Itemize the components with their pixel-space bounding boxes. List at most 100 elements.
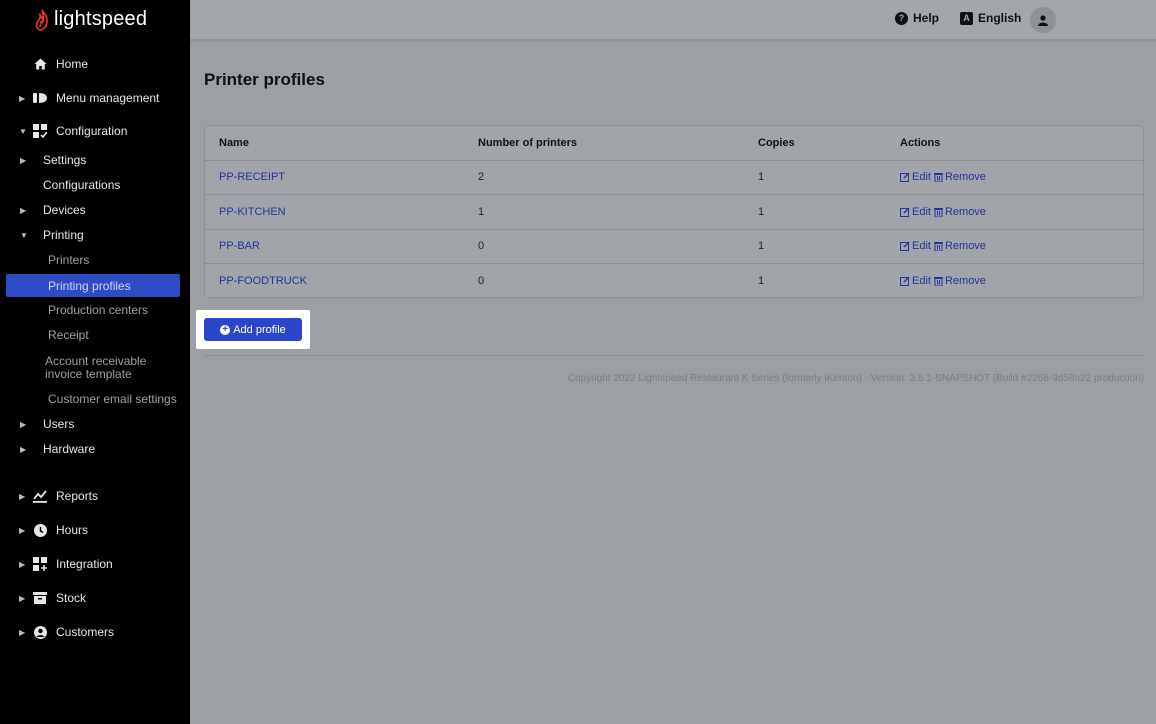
copies-count: 1 [758,195,764,229]
sidebar-item-label: Printing [43,228,84,242]
edit-button[interactable]: Edit [900,171,931,183]
sidebar-item-label: Stock [56,591,86,605]
sidebar-item-printing-profiles[interactable]: Printing profiles [6,274,180,297]
row-actions: Edit Remove [900,229,986,263]
configuration-icon [33,124,47,138]
caret-right-icon: ▶ [20,206,26,215]
caret-right-icon: ▶ [19,594,25,603]
sidebar-item-label: Account receivable invoice template [45,355,150,381]
edit-icon [900,172,910,182]
help-link[interactable]: ? Help [895,11,939,25]
sidebar-item-label: Printing profiles [48,279,131,293]
caret-right-icon: ▶ [20,445,26,454]
flame-icon [34,9,50,31]
language-icon: A [960,12,973,25]
row-actions: Edit Remove [900,160,986,194]
caret-right-icon: ▶ [20,156,26,165]
caret-down-icon: ▼ [20,231,28,240]
reports-icon [33,489,47,503]
printer-profiles-table: Name Number of printers Copies Actions P… [204,125,1144,298]
edit-icon [900,207,910,217]
sidebar-item-reports[interactable]: ▶ Reports [0,483,190,509]
sidebar-item-production-centers[interactable]: Production centers [0,299,190,321]
sidebar-item-configuration[interactable]: ▼ Configuration [0,118,190,144]
remove-label: Remove [945,171,986,183]
sidebar-item-stock[interactable]: ▶ Stock [0,585,190,611]
brand-logo[interactable]: lightspeed [34,8,147,31]
user-avatar[interactable] [1030,7,1056,33]
sidebar-item-devices[interactable]: ▶ Devices [0,199,190,221]
copies-count: 1 [758,264,764,298]
row-actions: Edit Remove [900,264,986,298]
edit-label: Edit [912,240,931,252]
sidebar-item-account-receivable-invoice-template[interactable]: Account receivable invoice template [0,353,150,383]
sidebar-item-receipt[interactable]: Receipt [0,324,190,346]
sidebar-item-printers[interactable]: Printers [0,249,190,271]
table-row: PP-FOODTRUCK 0 1 Edit Remove [205,264,1143,299]
sidebar-item-label: Receipt [48,328,89,342]
sidebar-item-integration[interactable]: ▶ Integration [0,551,190,577]
profile-name-link[interactable]: PP-BAR [219,229,260,263]
clock-icon [33,523,47,537]
remove-button[interactable]: Remove [934,275,986,287]
sidebar-item-label: Customer email settings [48,392,177,406]
edit-icon [900,276,910,286]
language-label: English [978,11,1021,25]
user-icon [1038,15,1048,26]
sidebar-item-label: Reports [56,489,98,503]
sidebar-item-printing[interactable]: ▼ Printing [0,224,190,246]
remove-label: Remove [945,240,986,252]
sidebar-item-customer-email-settings[interactable]: Customer email settings [0,388,190,410]
edit-button[interactable]: Edit [900,206,931,218]
top-bar: ? Help A English [190,0,1156,40]
column-header-number-of-printers[interactable]: Number of printers [478,126,577,160]
sidebar-item-hours[interactable]: ▶ Hours [0,517,190,543]
add-profile-button[interactable]: + Add profile [204,318,302,341]
trash-icon [934,172,943,182]
caret-right-icon: ▶ [19,560,25,569]
menu-management-icon [33,91,47,105]
sidebar-item-users[interactable]: ▶ Users [0,413,190,435]
table-row: PP-BAR 0 1 Edit Remove [205,229,1143,264]
profile-name-link[interactable]: PP-KITCHEN [219,195,286,229]
copies-count: 1 [758,229,764,263]
customers-icon [33,625,47,639]
sidebar-item-label: Printers [48,253,89,267]
help-label: Help [913,11,939,25]
edit-button[interactable]: Edit [900,275,931,287]
integration-icon [33,557,47,571]
language-selector[interactable]: A English [960,11,1021,25]
remove-button[interactable]: Remove [934,171,986,183]
edit-label: Edit [912,275,931,287]
trash-icon [934,207,943,217]
printer-count: 0 [478,229,484,263]
edit-button[interactable]: Edit [900,240,931,252]
edit-icon [900,241,910,251]
help-icon: ? [895,12,908,25]
stock-icon [33,591,47,605]
remove-label: Remove [945,275,986,287]
printer-count: 0 [478,264,484,298]
sidebar-item-hardware[interactable]: ▶ Hardware [0,438,190,460]
profile-name-link[interactable]: PP-FOODTRUCK [219,264,307,298]
remove-button[interactable]: Remove [934,206,986,218]
sidebar-item-label: Configurations [43,178,120,192]
sidebar-item-menu-management[interactable]: ▶ Menu management [0,85,190,111]
sidebar-item-label: Hours [56,523,88,537]
sidebar-item-customers[interactable]: ▶ Customers [0,619,190,645]
column-header-copies[interactable]: Copies [758,126,795,160]
sidebar-item-configurations[interactable]: Configurations [0,174,190,196]
table-row: PP-RECEIPT 2 1 Edit Remove [205,160,1143,195]
remove-button[interactable]: Remove [934,240,986,252]
page-title: Printer profiles [204,70,325,90]
sidebar-item-settings[interactable]: ▶ Settings [0,149,190,171]
profile-name-link[interactable]: PP-RECEIPT [219,160,285,194]
sidebar-item-label: Production centers [48,303,148,317]
plus-circle-icon: + [220,325,230,335]
edit-label: Edit [912,206,931,218]
edit-label: Edit [912,171,931,183]
brand-name: lightspeed [54,8,147,31]
sidebar-item-label: Home [56,57,88,71]
sidebar-item-home[interactable]: Home [0,51,190,77]
column-header-name[interactable]: Name [219,126,249,160]
